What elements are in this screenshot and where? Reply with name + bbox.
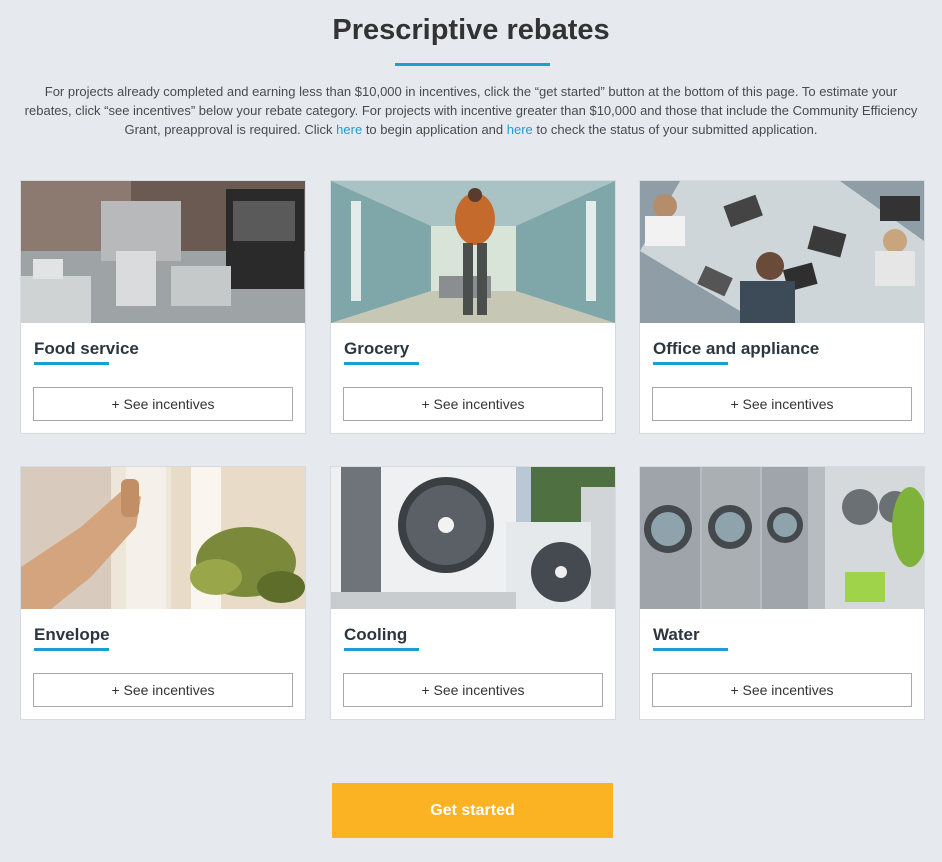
category-card-cooling: Cooling + See incentives <box>330 466 616 720</box>
see-incentives-button[interactable]: + See incentives <box>652 387 912 421</box>
intro-paragraph: For projects already completed and earni… <box>24 82 918 139</box>
card-underline <box>34 648 109 651</box>
window-hand-photo <box>21 467 305 609</box>
see-incentives-button[interactable]: + See incentives <box>343 673 603 707</box>
category-card-envelope: Envelope + See incentives <box>20 466 306 720</box>
see-incentives-button[interactable]: + See incentives <box>343 387 603 421</box>
card-title: Water <box>653 625 700 644</box>
begin-application-link[interactable]: here <box>336 122 362 137</box>
card-title: Office and appliance <box>653 339 820 358</box>
card-title: Food service <box>34 339 139 358</box>
card-underline <box>653 648 728 651</box>
page-title: Prescriptive rebates <box>332 14 610 46</box>
card-underline <box>344 648 419 651</box>
see-incentives-button[interactable]: + See incentives <box>33 673 293 707</box>
get-started-button[interactable]: Get started <box>332 783 613 838</box>
card-underline <box>653 362 728 365</box>
office-meeting-photo <box>640 181 924 323</box>
intro-text-2: to begin application and <box>362 122 507 137</box>
grocery-aisle-photo <box>331 181 615 323</box>
card-title: Envelope <box>34 625 110 644</box>
card-underline <box>344 362 419 365</box>
check-status-link[interactable]: here <box>507 122 533 137</box>
intro-text-3: to check the status of your submitted ap… <box>532 122 818 137</box>
card-title: Grocery <box>344 339 410 358</box>
card-title: Cooling <box>344 625 408 644</box>
category-card-grocery: Grocery + See incentives <box>330 180 616 434</box>
category-card-water: Water + See incentives <box>639 466 925 720</box>
title-underline <box>395 63 550 66</box>
see-incentives-button[interactable]: + See incentives <box>33 387 293 421</box>
category-card-office-and-appliance: Office and appliance + See incentives <box>639 180 925 434</box>
card-underline <box>34 362 109 365</box>
category-card-food-service: Food service + See incentives <box>20 180 306 434</box>
see-incentives-button[interactable]: + See incentives <box>652 673 912 707</box>
washing-machines-photo <box>640 467 924 609</box>
ac-units-photo <box>331 467 615 609</box>
commercial-kitchen-photo <box>21 181 305 323</box>
